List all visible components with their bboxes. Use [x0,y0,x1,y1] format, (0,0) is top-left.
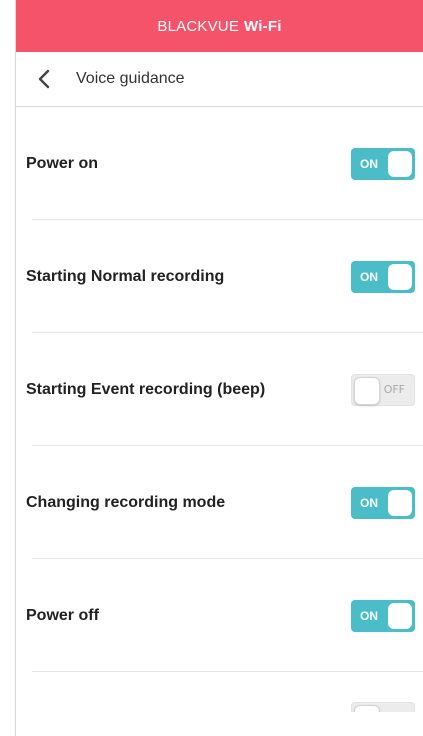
partially-visible-toggle[interactable] [351,702,415,712]
setting-row-power-off: Power off ON [16,559,423,672]
toggle-state-text: ON [360,608,378,623]
nav-bar: Voice guidance [16,52,423,107]
app-window: BLACKVUE Wi-Fi Voice guidance Power on O… [16,0,423,736]
toggle-knob [354,376,380,405]
app-title-bar: BLACKVUE Wi-Fi [16,0,423,52]
setting-row-partially-visible [16,672,423,712]
toggle-knob [388,263,412,290]
toggle-knob [388,150,412,177]
setting-label: Changing recording mode [26,493,226,511]
toggle-state-text: OFF [383,383,405,396]
toggle-knob [388,602,412,629]
setting-row-power-on: Power on ON [16,107,423,220]
setting-row-starting-event-recording: Starting Event recording (beep) OFF [16,333,423,446]
back-button[interactable] [38,52,76,106]
toggle-state-text: ON [360,269,378,284]
chevron-left-icon [38,69,50,89]
starting-normal-recording-toggle[interactable]: ON [351,260,415,293]
app-brand: BLACKVUE [157,17,240,35]
starting-event-recording-toggle[interactable]: OFF [351,373,415,406]
setting-row-changing-recording-mode: Changing recording mode ON [16,446,423,559]
setting-row-starting-normal-recording: Starting Normal recording ON [16,220,423,333]
changing-recording-mode-toggle[interactable]: ON [351,486,415,519]
toggle-knob [388,489,412,516]
app-brand-suffix: Wi-Fi [244,17,282,35]
power-off-toggle[interactable]: ON [351,599,415,632]
toggle-state-text: ON [360,156,378,171]
setting-label: Power off [26,606,99,624]
setting-label: Power on [26,154,99,172]
toggle-state-text: ON [360,495,378,510]
setting-label: Starting Event recording (beep) [26,380,266,398]
settings-list: Power on ON Starting Normal recording ON… [16,107,423,712]
setting-label: Starting Normal recording [26,267,225,285]
page-title: Voice guidance [76,70,185,87]
power-on-toggle[interactable]: ON [351,147,415,180]
toggle-knob [354,705,380,712]
